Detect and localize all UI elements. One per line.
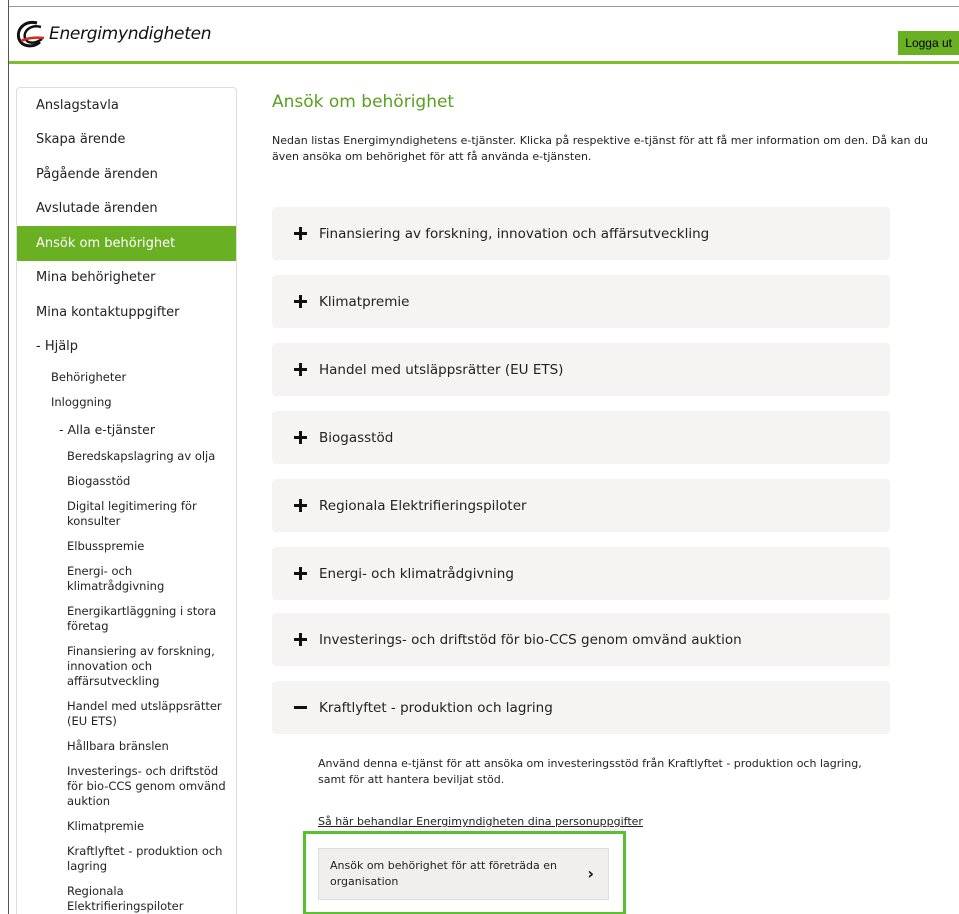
accordion-item[interactable]: Klimatpremie <box>272 275 890 328</box>
sidebar-service-item[interactable]: Kraftlyftet - produktion och lagring <box>17 839 236 879</box>
sidebar-all-services[interactable]: - Alla e-tjänster <box>17 414 236 444</box>
sidebar-item-skapa-arende[interactable]: Skapa ärende <box>17 123 236 158</box>
sidebar-service-item[interactable]: Beredskapslagring av olja <box>17 444 236 469</box>
sidebar-item-ansok-om-behorighet[interactable]: Ansök om behörighet <box>17 226 236 261</box>
window-left-border <box>8 0 9 914</box>
minus-icon <box>294 701 308 715</box>
accordion-item[interactable]: Handel med utsläppsrätter (EU ETS) <box>272 343 890 396</box>
accordion-item[interactable]: Biogasstöd <box>272 411 890 464</box>
plus-icon <box>294 227 308 241</box>
logo[interactable]: Energimyndigheten <box>15 19 212 49</box>
accordion-item[interactable]: Regionala Elektrifieringspiloter <box>272 479 890 532</box>
sidebar-item-anslagstavla[interactable]: Anslagstavla <box>17 88 236 123</box>
accordion-item[interactable]: Investerings- och driftstöd för bio-CCS … <box>272 613 890 666</box>
accordion-item[interactable]: Energi- och klimatrådgivning <box>272 547 890 600</box>
sidebar-service-item[interactable]: Energikartläggning i stora företag <box>17 599 236 639</box>
apply-button-label: Ansök om behörighet för att företräda en… <box>330 859 557 888</box>
main-content: Ansök om behörighet Nedan listas Energim… <box>272 92 952 165</box>
site-header: Energimyndigheten Logga ut <box>9 7 959 61</box>
accordion-label: Investerings- och driftstöd för bio-CCS … <box>319 631 742 648</box>
sidebar-help-inloggning[interactable]: Inloggning <box>17 389 236 414</box>
energimyndigheten-logo-icon <box>16 20 45 48</box>
logout-button[interactable]: Logga ut <box>898 31 959 55</box>
header-accent-line <box>9 61 959 64</box>
plus-icon <box>294 431 308 445</box>
sidebar-service-item[interactable]: Elbusspremie <box>17 534 236 559</box>
sidebar-nav: Anslagstavla Skapa ärende Pågående ärend… <box>16 87 237 914</box>
intro-text: Nedan listas Energimyndighetens e-tjänst… <box>272 134 928 163</box>
sidebar-service-item[interactable]: Investerings- och driftstöd för bio-CCS … <box>17 759 236 814</box>
chevron-right-icon: › <box>587 864 594 883</box>
plus-icon <box>294 499 308 513</box>
sidebar-item-pagaende-arenden[interactable]: Pågående ärenden <box>17 157 236 192</box>
sidebar-item-avslutade-arenden[interactable]: Avslutade ärenden <box>17 192 236 227</box>
sidebar-service-item[interactable]: Digital legitimering för konsulter <box>17 494 236 534</box>
sidebar-service-item[interactable]: Biogasstöd <box>17 469 236 494</box>
privacy-link[interactable]: Så här behandlar Energimyndigheten dina … <box>318 815 643 828</box>
plus-icon <box>294 633 308 647</box>
accordion-label: Handel med utsläppsrätter (EU ETS) <box>319 361 564 378</box>
accordion-description: Använd denna e-tjänst för att ansöka om … <box>318 757 862 786</box>
sidebar-service-item[interactable]: Klimatpremie <box>17 814 236 839</box>
accordion-label: Biogasstöd <box>319 429 394 446</box>
page-title: Ansök om behörighet <box>272 92 455 112</box>
sidebar-service-item[interactable]: Energi- och klimatrådgivning <box>17 559 236 599</box>
accordion-label: Klimatpremie <box>319 293 410 310</box>
apply-organisation-button[interactable]: Ansök om behörighet för att företräda en… <box>318 848 609 900</box>
sidebar-item-mina-behorigheter[interactable]: Mina behörigheter <box>17 261 236 296</box>
accordion-item-expanded[interactable]: Kraftlyftet - produktion och lagring <box>272 681 890 734</box>
sidebar-service-item[interactable]: Hållbara bränslen <box>17 734 236 759</box>
accordion-label: Energi- och klimatrådgivning <box>319 565 514 582</box>
plus-icon <box>294 363 308 377</box>
sidebar-item-mina-kontaktuppgifter[interactable]: Mina kontaktuppgifter <box>17 295 236 330</box>
logo-text: Energimyndigheten <box>49 24 212 44</box>
plus-icon <box>294 295 308 309</box>
sidebar-help-behorigheter[interactable]: Behörigheter <box>17 364 236 389</box>
accordion-label: Finansiering av forskning, innovation oc… <box>319 225 710 242</box>
plus-icon <box>294 567 308 581</box>
accordion-item[interactable]: Finansiering av forskning, innovation oc… <box>272 207 890 260</box>
accordion-label: Regionala Elektrifieringspiloter <box>319 497 527 514</box>
sidebar-service-item[interactable]: Finansiering av forskning, innovation oc… <box>17 639 236 694</box>
accordion-label: Kraftlyftet - produktion och lagring <box>319 699 553 716</box>
sidebar-item-hjalp[interactable]: - Hjälp <box>17 330 236 365</box>
sidebar-service-item[interactable]: Regionala Elektrifieringspiloter <box>17 879 236 914</box>
sidebar-service-item[interactable]: Handel med utsläppsrätter (EU ETS) <box>17 694 236 734</box>
